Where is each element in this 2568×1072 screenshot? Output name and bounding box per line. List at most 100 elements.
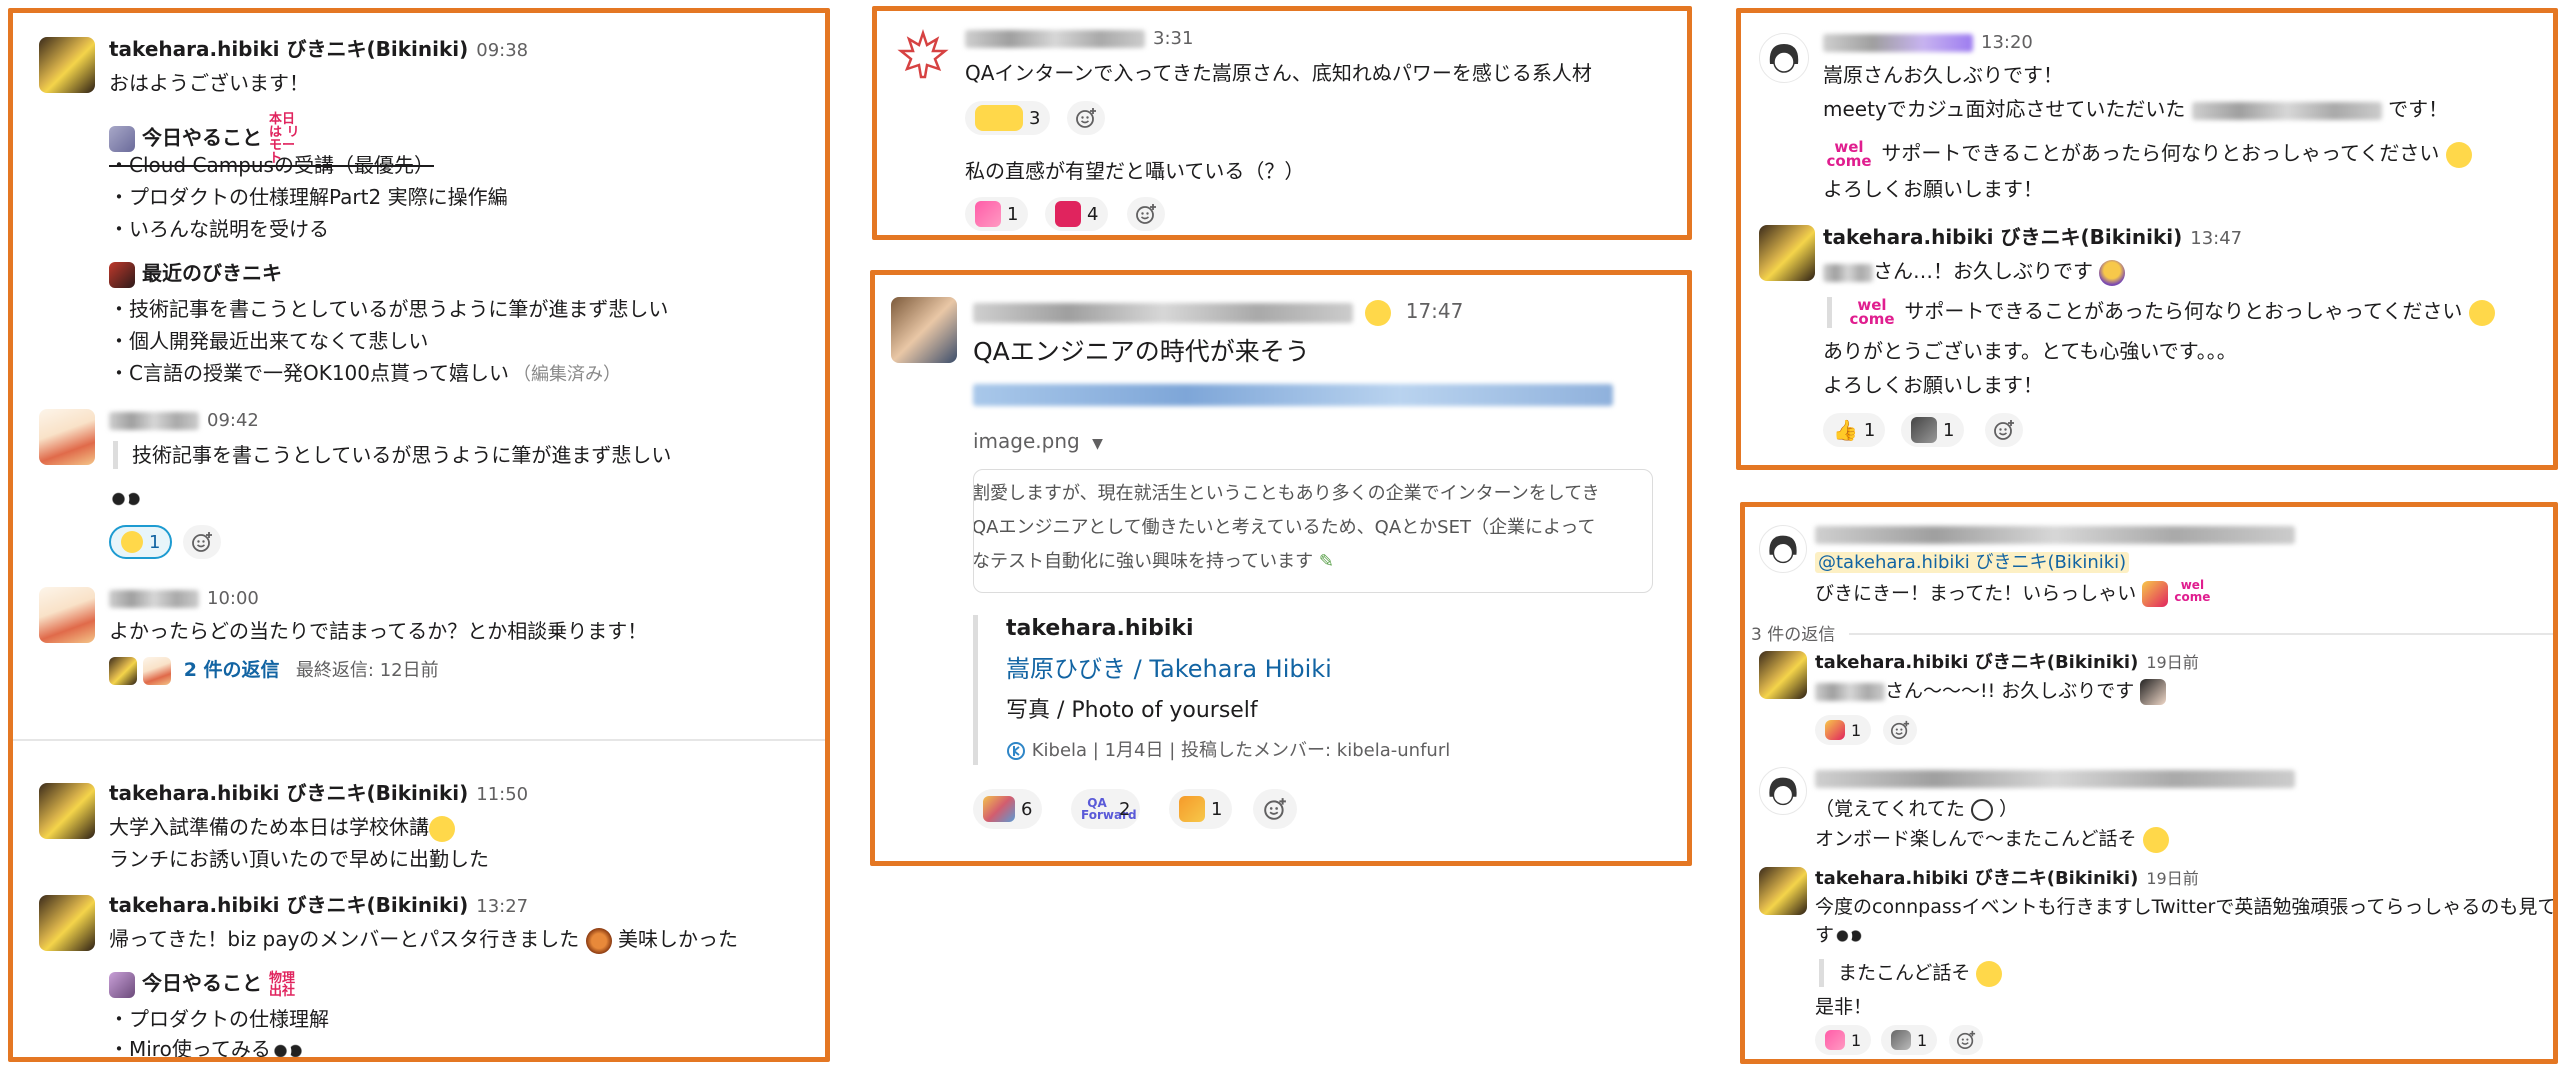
cat-face-emoji-icon <box>1970 798 1993 821</box>
user-mention[interactable]: @takehara.hibiki びきニキ(Bikiniki) <box>1815 552 2130 573</box>
reply-avatar <box>143 656 172 685</box>
maple-leaf-icon <box>897 29 949 79</box>
author-name-blurred[interactable] <box>109 589 199 608</box>
timestamp[interactable]: 13:27 <box>476 896 528 917</box>
image-attachment[interactable]: 割愛しますが、現在就活生ということもあり多くの企業でインターンをしてき QAエン… <box>973 469 1653 593</box>
reaction-button[interactable]: 1 <box>1881 1025 1938 1055</box>
timestamp[interactable]: 10:00 <box>207 588 259 609</box>
character-emoji-icon <box>109 261 135 288</box>
reaction-button[interactable]: QA Forward 2 <box>1071 789 1141 829</box>
qa-forward-emoji-icon: QA Forward <box>1081 796 1137 822</box>
avatar[interactable] <box>891 297 957 363</box>
add-reaction-button[interactable] <box>1127 197 1165 231</box>
author-name-blurred[interactable] <box>109 411 199 430</box>
author-name-blurred[interactable] <box>973 302 1353 323</box>
add-reaction-icon <box>1891 720 1910 739</box>
edited-label: （編集済み） <box>513 364 621 385</box>
message-text: さん〜〜〜!! お久しぶりです <box>1885 680 2135 702</box>
timestamp[interactable]: 09:38 <box>476 40 528 61</box>
timestamp[interactable]: 19日前 <box>2146 653 2198 672</box>
reaction-button[interactable]: 1 <box>109 525 173 559</box>
reaction-button[interactable]: 3 <box>965 101 1051 135</box>
reaction-button[interactable]: 4 <box>1045 197 1109 231</box>
author-name-blurred[interactable] <box>965 29 1145 48</box>
author-name[interactable]: takehara.hibiki びきニキ(Bikiniki) <box>109 893 468 917</box>
timestamp[interactable]: 17:47 <box>1406 299 1464 323</box>
timestamp[interactable]: 11:50 <box>476 784 528 805</box>
add-reaction-icon <box>192 532 212 552</box>
reaction-button[interactable]: 1 <box>1815 715 1872 745</box>
reaction-button[interactable]: 1 <box>1169 789 1233 829</box>
message-text: よかったらどの当たりで詰まってるか？とか相談乗ります！ <box>109 619 648 643</box>
avatar[interactable] <box>39 587 95 643</box>
url-link-blurred[interactable] <box>973 383 1613 406</box>
todo-item: ・プロダクトの仕様理解 <box>109 1007 329 1031</box>
timestamp[interactable]: 13:47 <box>2190 228 2242 249</box>
timestamp[interactable]: 3:31 <box>1153 28 1193 49</box>
welcome-emoji-icon: wel come <box>2174 579 2211 609</box>
timestamp[interactable]: 13:20 <box>1981 32 2033 53</box>
timestamp[interactable]: 19日前 <box>2146 869 2198 888</box>
message-text: さん…！お久しぶりです <box>1873 259 2093 283</box>
avatar[interactable] <box>39 409 95 465</box>
party-emoji-icon <box>983 796 1015 822</box>
company-name-blurred <box>2191 101 2382 120</box>
character-avatar-icon <box>1769 44 1799 73</box>
reaction-count: 6 <box>1021 798 1033 820</box>
unfurl-posted-by: 投稿したメンバー: kibela-unfurl <box>1181 740 1451 761</box>
author-name[interactable]: takehara.hibiki びきニキ(Bikiniki) <box>109 37 468 61</box>
todo-item: ・Cloud Campusの受講（最優先） <box>109 153 434 177</box>
author-name[interactable]: takehara.hibiki びきニキ(Bikiniki) <box>1815 868 2138 889</box>
avatar[interactable] <box>1759 525 1807 573</box>
image-text-line: 割愛しますが、現在就活生ということもあり多くの企業でインターンをしてき <box>973 483 1600 504</box>
unfurl-title-link[interactable]: 嵩原ひびき / Takehara Hibiki <box>1006 655 1332 683</box>
reaction-button[interactable]: 1 <box>1901 413 1965 447</box>
avatar[interactable] <box>1759 767 1807 815</box>
thread-replies-link[interactable]: 2 件の返信 <box>184 659 280 681</box>
reaction-button[interactable]: 1 <box>1815 1025 1872 1055</box>
avatar[interactable] <box>1759 33 1809 83</box>
author-name-blurred[interactable] <box>1815 769 2295 788</box>
chevron-down-icon[interactable]: ▼ <box>1092 436 1103 452</box>
unfurl-date: 1月4日 <box>1104 740 1164 761</box>
avatar[interactable] <box>39 783 95 839</box>
author-name-blurred[interactable] <box>1815 525 2295 544</box>
add-reaction-button[interactable] <box>1253 789 1297 829</box>
recent-item: ・C言語の授業で一発OK100点貰って嬉しい <box>109 361 509 385</box>
reaction-button[interactable]: 👍 1 <box>1823 413 1886 447</box>
author-name[interactable]: takehara.hibiki びきニキ(Bikiniki) <box>1823 225 2182 249</box>
recent-title: 最近のびきニキ <box>141 261 282 285</box>
author-name[interactable]: takehara.hibiki びきニキ(Bikiniki) <box>109 781 468 805</box>
message-text: ランチにお誘い頂いたので早めに出勤した <box>109 847 489 871</box>
arigato-emoji-icon <box>1825 1030 1845 1050</box>
avatar[interactable] <box>1759 225 1815 281</box>
bow-emoji-icon <box>2099 259 2126 286</box>
add-reaction-icon <box>1136 204 1156 224</box>
timestamp[interactable]: 09:42 <box>207 410 259 431</box>
reaction-count: 1 <box>1863 419 1876 441</box>
message-title: QAエンジニアの時代が来そう <box>973 337 1310 366</box>
reaction-button[interactable]: 1 <box>965 197 1029 231</box>
channel-panel-top-middle: 3:31 QAインターンで入ってきた嵩原さん、底知れぬパワーを感じる系人材 3 … <box>872 6 1692 240</box>
message-text: びきにきー！まってた！いらっしゃい <box>1815 582 2137 605</box>
message-text: す <box>1815 924 1835 946</box>
add-reaction-button[interactable] <box>183 525 221 559</box>
avatar[interactable] <box>895 27 951 83</box>
user-name-blurred <box>1815 682 1885 701</box>
add-reaction-button[interactable] <box>1949 1025 1983 1055</box>
author-name-blurred[interactable] <box>1823 33 1973 52</box>
author-name[interactable]: takehara.hibiki びきニキ(Bikiniki) <box>1815 652 2138 673</box>
avatar[interactable] <box>1759 651 1807 699</box>
add-reaction-button[interactable] <box>1985 413 2023 447</box>
pasta-emoji-icon <box>585 927 612 954</box>
replies-count-label: 3 件の返信 <box>1751 625 1836 645</box>
file-name[interactable]: image.png <box>973 429 1080 453</box>
avatar[interactable] <box>39 895 95 951</box>
reaction-button[interactable]: 6 <box>973 789 1043 829</box>
reaction-count: 1 <box>1851 1030 1862 1050</box>
avatar[interactable] <box>1759 867 1807 915</box>
add-reaction-button[interactable] <box>1883 715 1917 745</box>
add-reaction-button[interactable] <box>1067 101 1105 135</box>
sleepy-emoji-icon <box>429 815 455 842</box>
avatar[interactable] <box>39 37 95 93</box>
